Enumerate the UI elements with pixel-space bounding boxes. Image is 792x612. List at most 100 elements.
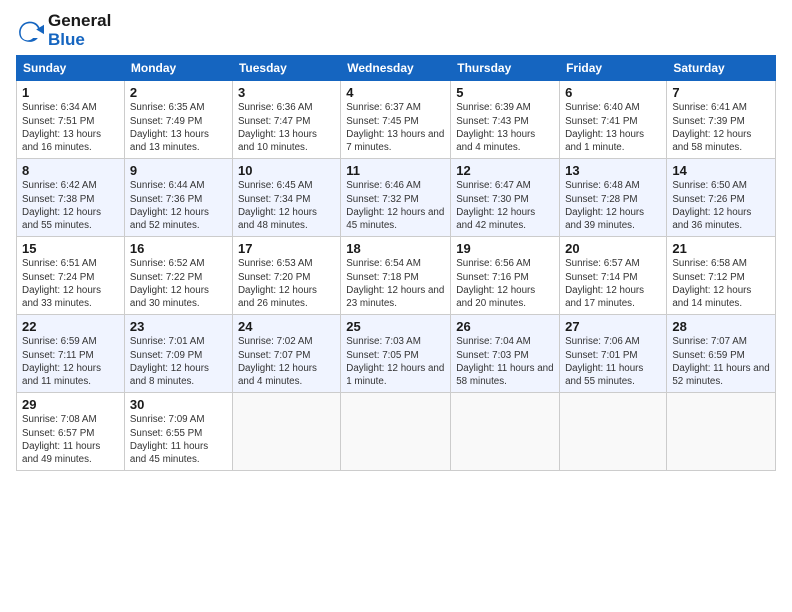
day-info: Sunrise: 6:54 AM Sunset: 7:18 PM Dayligh… [346,257,445,310]
calendar-day-cell: 13 Sunrise: 6:48 AM Sunset: 7:28 PM Dayl… [560,159,667,237]
calendar-header-cell: Sunday [17,56,125,81]
day-number: 25 [346,319,445,334]
day-number: 20 [565,241,661,256]
day-number: 15 [22,241,119,256]
calendar-header-cell: Friday [560,56,667,81]
day-number: 10 [238,163,335,178]
day-number: 12 [456,163,554,178]
daylight-label: Daylight: 12 hours and 52 minutes. [130,207,209,231]
sunset-label: Sunset: 7:41 PM [565,116,637,127]
sunrise-label: Sunrise: 7:09 AM [130,414,205,425]
day-info: Sunrise: 6:36 AM Sunset: 7:47 PM Dayligh… [238,101,335,154]
sunset-label: Sunset: 7:14 PM [565,272,637,283]
sunrise-label: Sunrise: 6:54 AM [346,258,421,269]
calendar-table: SundayMondayTuesdayWednesdayThursdayFrid… [16,55,776,471]
calendar-day-cell: 7 Sunrise: 6:41 AM Sunset: 7:39 PM Dayli… [667,81,776,159]
daylight-label: Daylight: 12 hours and 26 minutes. [238,285,317,309]
sunset-label: Sunset: 7:38 PM [22,194,94,205]
sunset-label: Sunset: 7:26 PM [672,194,744,205]
sunset-label: Sunset: 6:57 PM [22,428,94,439]
calendar-day-cell: 1 Sunrise: 6:34 AM Sunset: 7:51 PM Dayli… [17,81,125,159]
calendar-day-cell [560,393,667,471]
calendar-day-cell [341,393,451,471]
day-number: 8 [22,163,119,178]
sunrise-label: Sunrise: 6:58 AM [672,258,747,269]
day-number: 14 [672,163,770,178]
calendar-week-row: 22 Sunrise: 6:59 AM Sunset: 7:11 PM Dayl… [17,315,776,393]
day-info: Sunrise: 7:09 AM Sunset: 6:55 PM Dayligh… [130,413,227,466]
daylight-label: Daylight: 12 hours and 48 minutes. [238,207,317,231]
daylight-label: Daylight: 13 hours and 4 minutes. [456,129,535,153]
day-number: 24 [238,319,335,334]
calendar-day-cell [667,393,776,471]
page-container: General Blue SundayMondayTuesdayWednesda… [0,0,792,483]
day-info: Sunrise: 6:34 AM Sunset: 7:51 PM Dayligh… [22,101,119,154]
calendar-header-row: SundayMondayTuesdayWednesdayThursdayFrid… [17,56,776,81]
calendar-day-cell: 2 Sunrise: 6:35 AM Sunset: 7:49 PM Dayli… [124,81,232,159]
calendar-week-row: 29 Sunrise: 7:08 AM Sunset: 6:57 PM Dayl… [17,393,776,471]
sunset-label: Sunset: 7:36 PM [130,194,202,205]
day-info: Sunrise: 6:56 AM Sunset: 7:16 PM Dayligh… [456,257,554,310]
calendar-header-cell: Thursday [451,56,560,81]
sunset-label: Sunset: 7:51 PM [22,116,94,127]
daylight-label: Daylight: 12 hours and 55 minutes. [22,207,101,231]
sunrise-label: Sunrise: 7:03 AM [346,336,421,347]
daylight-label: Daylight: 12 hours and 36 minutes. [672,207,751,231]
day-number: 21 [672,241,770,256]
calendar-day-cell: 29 Sunrise: 7:08 AM Sunset: 6:57 PM Dayl… [17,393,125,471]
calendar-day-cell: 15 Sunrise: 6:51 AM Sunset: 7:24 PM Dayl… [17,237,125,315]
day-number: 4 [346,85,445,100]
calendar-day-cell [451,393,560,471]
daylight-label: Daylight: 13 hours and 7 minutes. [346,129,444,153]
day-info: Sunrise: 7:02 AM Sunset: 7:07 PM Dayligh… [238,335,335,388]
daylight-label: Daylight: 13 hours and 16 minutes. [22,129,101,153]
sunrise-label: Sunrise: 7:07 AM [672,336,747,347]
sunset-label: Sunset: 6:59 PM [672,350,744,361]
calendar-header-cell: Wednesday [341,56,451,81]
day-info: Sunrise: 6:42 AM Sunset: 7:38 PM Dayligh… [22,179,119,232]
daylight-label: Daylight: 11 hours and 45 minutes. [130,441,208,465]
calendar-day-cell: 4 Sunrise: 6:37 AM Sunset: 7:45 PM Dayli… [341,81,451,159]
daylight-label: Daylight: 12 hours and 11 minutes. [22,363,101,387]
day-number: 17 [238,241,335,256]
calendar-day-cell: 25 Sunrise: 7:03 AM Sunset: 7:05 PM Dayl… [341,315,451,393]
day-number: 7 [672,85,770,100]
calendar-day-cell: 8 Sunrise: 6:42 AM Sunset: 7:38 PM Dayli… [17,159,125,237]
calendar-day-cell: 5 Sunrise: 6:39 AM Sunset: 7:43 PM Dayli… [451,81,560,159]
day-info: Sunrise: 6:37 AM Sunset: 7:45 PM Dayligh… [346,101,445,154]
daylight-label: Daylight: 11 hours and 49 minutes. [22,441,100,465]
day-info: Sunrise: 6:45 AM Sunset: 7:34 PM Dayligh… [238,179,335,232]
sunrise-label: Sunrise: 6:56 AM [456,258,531,269]
calendar-day-cell: 9 Sunrise: 6:44 AM Sunset: 7:36 PM Dayli… [124,159,232,237]
sunrise-label: Sunrise: 6:53 AM [238,258,313,269]
sunrise-label: Sunrise: 6:42 AM [22,180,97,191]
sunrise-label: Sunrise: 6:52 AM [130,258,205,269]
day-number: 16 [130,241,227,256]
daylight-label: Daylight: 12 hours and 58 minutes. [672,129,751,153]
day-info: Sunrise: 7:06 AM Sunset: 7:01 PM Dayligh… [565,335,661,388]
day-info: Sunrise: 6:40 AM Sunset: 7:41 PM Dayligh… [565,101,661,154]
calendar-week-row: 15 Sunrise: 6:51 AM Sunset: 7:24 PM Dayl… [17,237,776,315]
day-info: Sunrise: 6:47 AM Sunset: 7:30 PM Dayligh… [456,179,554,232]
daylight-label: Daylight: 12 hours and 8 minutes. [130,363,209,387]
sunset-label: Sunset: 7:49 PM [130,116,202,127]
calendar-week-row: 8 Sunrise: 6:42 AM Sunset: 7:38 PM Dayli… [17,159,776,237]
sunset-label: Sunset: 7:20 PM [238,272,310,283]
logo: General Blue [16,12,111,49]
sunrise-label: Sunrise: 6:44 AM [130,180,205,191]
daylight-label: Daylight: 12 hours and 39 minutes. [565,207,644,231]
calendar-day-cell: 23 Sunrise: 7:01 AM Sunset: 7:09 PM Dayl… [124,315,232,393]
day-number: 23 [130,319,227,334]
daylight-label: Daylight: 12 hours and 17 minutes. [565,285,644,309]
day-info: Sunrise: 6:35 AM Sunset: 7:49 PM Dayligh… [130,101,227,154]
sunrise-label: Sunrise: 6:50 AM [672,180,747,191]
day-number: 29 [22,397,119,412]
calendar-day-cell: 18 Sunrise: 6:54 AM Sunset: 7:18 PM Dayl… [341,237,451,315]
sunrise-label: Sunrise: 7:04 AM [456,336,531,347]
day-info: Sunrise: 7:07 AM Sunset: 6:59 PM Dayligh… [672,335,770,388]
daylight-label: Daylight: 12 hours and 33 minutes. [22,285,101,309]
calendar-header-cell: Saturday [667,56,776,81]
sunset-label: Sunset: 7:12 PM [672,272,744,283]
sunrise-label: Sunrise: 6:57 AM [565,258,640,269]
calendar-day-cell: 14 Sunrise: 6:50 AM Sunset: 7:26 PM Dayl… [667,159,776,237]
